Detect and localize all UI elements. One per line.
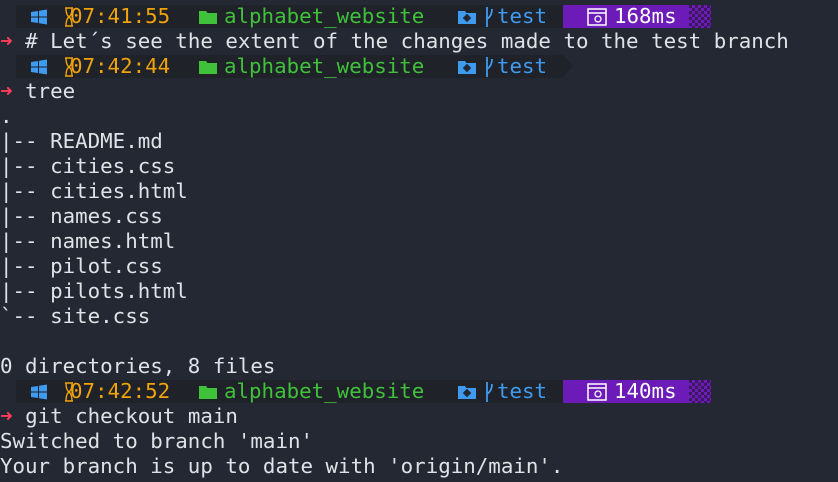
prompt-branch: test [497,379,548,403]
command-text: tree [25,79,76,103]
prompt-arrow-icon: ➜ [0,79,13,103]
command-text: # Let´s see the extent of the changes ma… [25,29,789,53]
tree-entry: |-- pilots.html [0,279,188,303]
prompt-bar-2: 07:42:44 alphabet_website test [0,54,838,79]
folder-icon [198,379,218,404]
tree-entry: |-- cities.css [0,154,176,178]
prompt-duration: 140ms [614,379,677,403]
stopwatch-icon [586,4,608,29]
prompt-bar-1: 07:41:55 alphabet_website test 168ms [0,4,838,29]
output-line: Switched to branch 'main' [0,429,314,453]
command-line-1: ➜ # Let´s see the extent of the changes … [0,29,789,54]
prompt-branch: test [497,4,548,28]
duration-segment-edge [689,380,711,403]
tree-entry: |-- README.md [0,129,163,153]
prompt-time: 07:42:44 [70,54,171,78]
git-branch-icon [483,379,495,404]
tree-entry: `-- site.css [0,304,151,328]
tree-root: . [0,104,13,128]
prompt-segment-arrow [563,55,573,77]
git-branch-icon [483,54,495,79]
prompt-folder: alphabet_website [224,379,425,403]
prompt-time: 07:42:52 [70,379,171,403]
git-branch-icon [483,4,495,29]
command-text: git checkout main [25,404,238,428]
prompt-arrow-icon: ➜ [0,404,13,428]
command-line-3: ➜ git checkout main [0,404,238,429]
windows-logo-icon [28,4,50,29]
stopwatch-icon [586,379,608,404]
prompt-folder: alphabet_website [224,54,425,78]
tree-entry: |-- cities.html [0,179,188,203]
windows-logo-icon [28,54,50,79]
prompt-bar-3: 07:42:52 alphabet_website test 140ms [0,379,838,404]
git-repo-icon [457,54,477,79]
tree-entry: |-- pilot.css [0,254,163,278]
prompt-time: 07:41:55 [70,4,171,28]
tree-summary: 0 directories, 8 files [0,354,276,378]
output-line: Your branch is up to date with 'origin/m… [0,454,564,478]
folder-icon [198,54,218,79]
tree-entry: |-- names.css [0,204,163,228]
prompt-duration: 168ms [614,4,677,28]
prompt-arrow-icon: ➜ [0,29,13,53]
duration-segment-edge [689,5,711,28]
git-repo-icon [457,379,477,404]
tree-entry: |-- names.html [0,229,176,253]
command-line-2: ➜ tree [0,79,75,104]
windows-logo-icon [28,379,50,404]
folder-icon [198,4,218,29]
prompt-folder: alphabet_website [224,4,425,28]
git-repo-icon [457,4,477,29]
prompt-branch: test [497,54,548,78]
